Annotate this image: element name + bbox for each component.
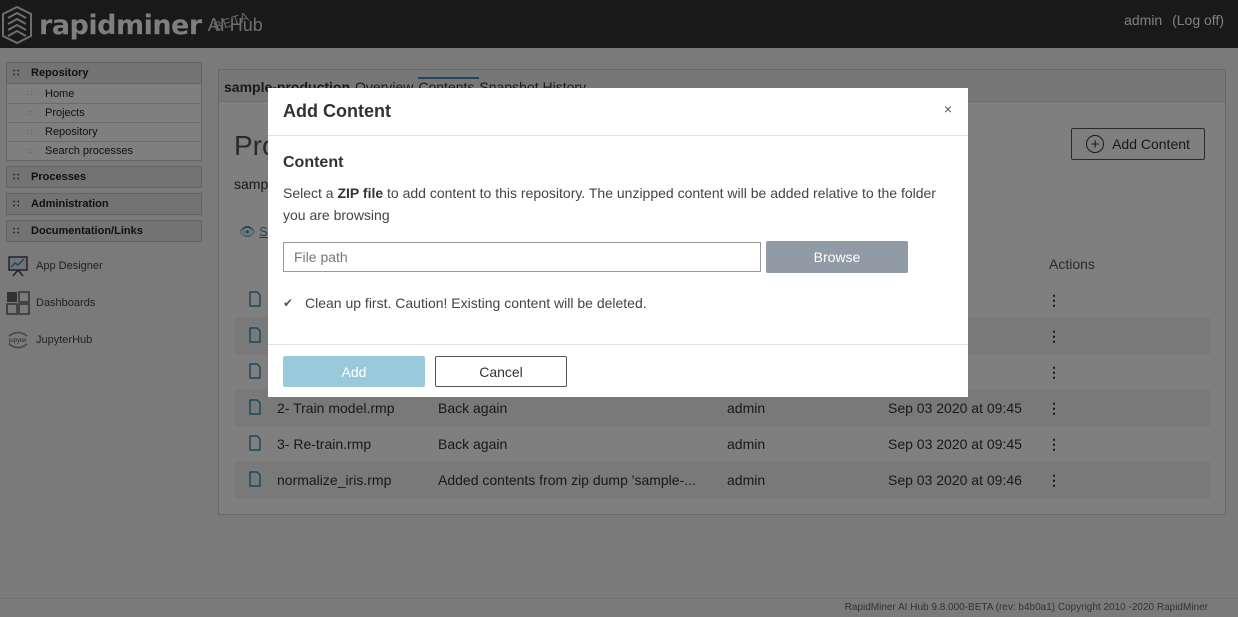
cleanup-option[interactable]: ✔ Clean up first. Caution! Existing cont…	[283, 295, 953, 311]
file-path-input[interactable]: File path	[283, 242, 761, 272]
close-icon[interactable]: ×	[944, 101, 952, 117]
dialog-header: Add Content	[268, 88, 968, 136]
add-content-dialog: Add Content × Content Select a ZIP file …	[268, 88, 968, 397]
checkbox-label: Clean up first. Caution! Existing conten…	[305, 295, 647, 311]
browse-button[interactable]: Browse	[766, 241, 908, 273]
dialog-description: Select a ZIP file to add content to this…	[283, 182, 953, 226]
dialog-body: Content Select a ZIP file to add content…	[268, 136, 968, 311]
dialog-title: Add Content	[283, 101, 391, 121]
content-label: Content	[283, 154, 344, 171]
add-button[interactable]: Add	[283, 356, 425, 387]
desc-bold-text: ZIP file	[337, 185, 384, 201]
desc-text: Select a	[283, 185, 338, 201]
checkbox-checked-icon[interactable]: ✔	[283, 297, 295, 309]
dialog-footer: Add Cancel	[268, 344, 968, 397]
cancel-button[interactable]: Cancel	[435, 356, 567, 387]
file-row: File path Browse	[283, 241, 953, 273]
